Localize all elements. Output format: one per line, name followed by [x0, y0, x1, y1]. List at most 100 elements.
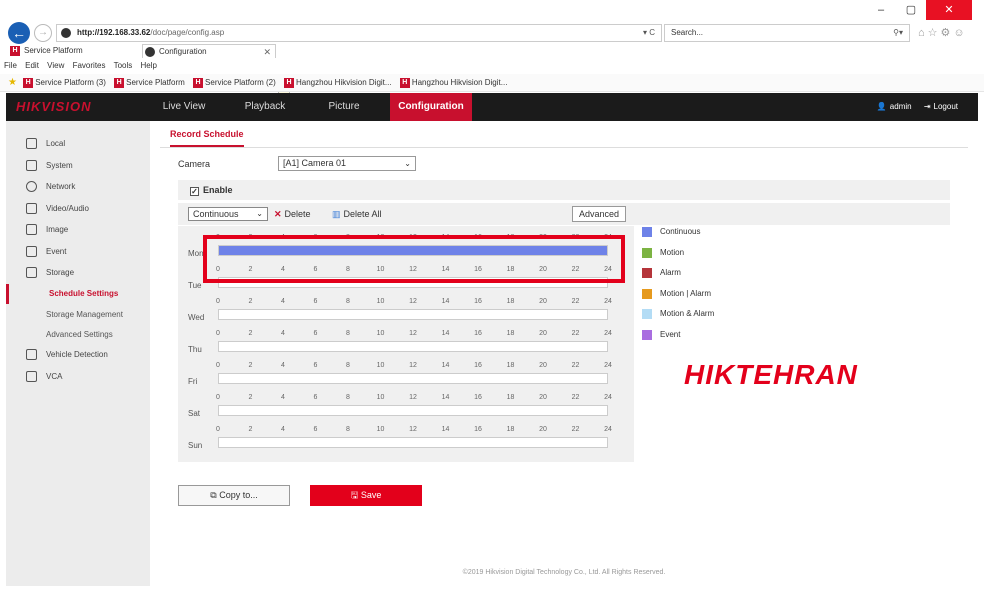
copy-to-button[interactable]: ⧉ Copy to...	[178, 485, 290, 506]
menu-view[interactable]: View	[47, 61, 64, 70]
favorite-link[interactable]: H Hangzhou Hikvision Digit...	[399, 74, 507, 92]
menu-favorites[interactable]: Favorites	[73, 61, 106, 70]
schedule-track[interactable]	[218, 405, 608, 416]
schedule-track[interactable]	[218, 341, 608, 352]
back-arrow-icon[interactable]: ←	[8, 22, 30, 44]
hour-tick: 2	[248, 330, 253, 337]
delete-button[interactable]: ✕ Delete	[274, 207, 311, 221]
record-type-select[interactable]: Continuous ⌄	[188, 207, 268, 221]
tab-record-schedule[interactable]: Record Schedule	[170, 129, 244, 147]
sidebar-item-image[interactable]: Image	[6, 220, 150, 240]
sidebar-item-label: Storage	[46, 268, 75, 277]
legend-swatch	[642, 247, 652, 258]
hour-tick: 6	[313, 426, 318, 433]
tab-close-icon[interactable]: ✕	[263, 45, 271, 59]
hour-tick: 22	[571, 426, 580, 433]
restore-icon[interactable]: ▢	[896, 0, 926, 20]
sidebar-item-vehicle-detection[interactable]: Vehicle Detection	[6, 345, 150, 365]
refresh-icon[interactable]: ▾ C	[643, 25, 655, 41]
favorite-link[interactable]: H Hangzhou Hikvision Digit...	[283, 74, 392, 92]
camera-select[interactable]: [A1] Camera 01 ⌄	[278, 156, 416, 171]
legend-label: Continuous	[660, 227, 701, 236]
sidebar-item-label: Video/Audio	[46, 204, 89, 213]
sidebar-item-advanced-settings[interactable]: Advanced Settings	[6, 325, 150, 345]
nav-playback[interactable]: Playback	[230, 93, 300, 121]
day-row-wed: 0 2 4 6 8 10 12 14 16 18 20 22 24 Wed	[178, 294, 634, 325]
schedule-track[interactable]	[218, 437, 608, 448]
hour-tick: 12	[409, 298, 417, 305]
legend-item: Motion	[642, 247, 684, 258]
nav-configuration[interactable]: Configuration	[390, 93, 472, 121]
favorite-label: Service Platform (2)	[205, 78, 276, 87]
schedule-track[interactable]	[218, 373, 608, 384]
minimize-icon[interactable]: –	[866, 0, 896, 20]
advanced-button[interactable]: Advanced	[572, 206, 626, 222]
save-button[interactable]: 🖫 Save	[310, 485, 422, 506]
hour-tick: 4	[281, 362, 285, 369]
menu-edit[interactable]: Edit	[25, 61, 39, 70]
enable-checkbox[interactable]: ✓	[190, 187, 199, 196]
sidebar-item-system[interactable]: System	[6, 156, 150, 176]
nav-live-view[interactable]: Live View	[146, 93, 222, 121]
hour-tick: 14	[441, 362, 450, 369]
day-row-sat: 0 2 4 6 8 10 12 14 16 18 20 22 24 Sat	[178, 390, 634, 421]
camera-favicon-icon	[145, 47, 155, 57]
sidebar-item-local[interactable]: Local	[6, 134, 150, 154]
menu-file[interactable]: File	[4, 61, 17, 70]
image-icon	[26, 224, 37, 235]
tab-configuration[interactable]: Configuration ✕	[142, 44, 276, 58]
day-label: Fri	[188, 377, 198, 386]
logout-link[interactable]: Logout	[934, 102, 958, 111]
hour-tick: 8	[346, 298, 350, 305]
favorites-star-icon[interactable]: ★	[8, 77, 17, 88]
sidebar-item-storage-management[interactable]: Storage Management	[6, 305, 150, 325]
save-icon: 🖫	[350, 490, 361, 500]
favorite-link[interactable]: H Service Platform (2)	[193, 74, 276, 92]
legend-item: Continuous	[642, 227, 700, 237]
sidebar-item-schedule-settings[interactable]: Schedule Settings	[6, 284, 150, 304]
sidebar-item-label: Local	[46, 139, 66, 148]
hour-tick: 8	[346, 394, 350, 401]
schedule-track[interactable]	[218, 309, 608, 320]
username[interactable]: admin	[890, 102, 912, 111]
tab-service-platform[interactable]: H Service Platform	[8, 44, 138, 58]
sidebar-item-vca[interactable]: VCA	[6, 367, 150, 387]
hour-tick: 24	[604, 330, 612, 337]
day-label: Thu	[188, 345, 202, 354]
favorite-link[interactable]: H Service Platform (3)	[23, 74, 106, 92]
sidebar-item-event[interactable]: Event	[6, 242, 150, 262]
tab-divider	[160, 147, 968, 148]
menu-help[interactable]: Help	[141, 61, 157, 70]
legend-swatch	[642, 288, 652, 299]
browser-menu-bar: File Edit View Favorites Tools Help	[0, 58, 984, 74]
browser-toolbar-icons[interactable]: ⌂☆⚙☺	[918, 26, 968, 39]
hour-tick: 2	[248, 426, 253, 433]
sidebar-item-label: VCA	[46, 372, 63, 381]
hour-tick: 18	[506, 426, 515, 433]
sidebar-item-network[interactable]: Network	[6, 177, 150, 197]
hour-tick: 20	[539, 362, 547, 369]
close-window-icon[interactable]: ✕	[926, 0, 972, 20]
menu-tools[interactable]: Tools	[114, 61, 133, 70]
legend-swatch	[642, 329, 652, 340]
delete-all-button[interactable]: ▥ Delete All	[332, 207, 382, 221]
favorite-link[interactable]: H Service Platform	[114, 74, 185, 92]
browser-search-input[interactable]: Search... ⚲▾	[664, 24, 910, 42]
logout-icon[interactable]: ⇥	[924, 102, 931, 111]
hour-tick: 4	[281, 394, 285, 401]
forward-arrow-icon[interactable]: →	[34, 24, 52, 42]
hour-tick: 20	[539, 426, 547, 433]
nav-picture[interactable]: Picture	[312, 93, 376, 121]
camera-label: Camera	[178, 159, 211, 169]
sidebar-item-label: System	[46, 161, 73, 170]
sidebar-item-video-audio[interactable]: Video/Audio	[6, 199, 150, 219]
sidebar: Local System Network Video/Audio Image E…	[6, 121, 150, 586]
search-icon[interactable]: ⚲▾	[893, 25, 903, 41]
record-type-value: Continuous	[193, 209, 239, 219]
hour-tick: 16	[474, 298, 482, 305]
hour-tick-labels: 0 2 4 6 8 10 12 14 16 18 20 22 24	[216, 298, 612, 308]
url-field[interactable]: http://192.168.33.62/doc/page/config.asp…	[56, 24, 662, 42]
hour-tick: 18	[506, 394, 515, 401]
sidebar-item-storage[interactable]: Storage	[6, 263, 150, 283]
sidebar-item-label: Event	[46, 247, 67, 256]
